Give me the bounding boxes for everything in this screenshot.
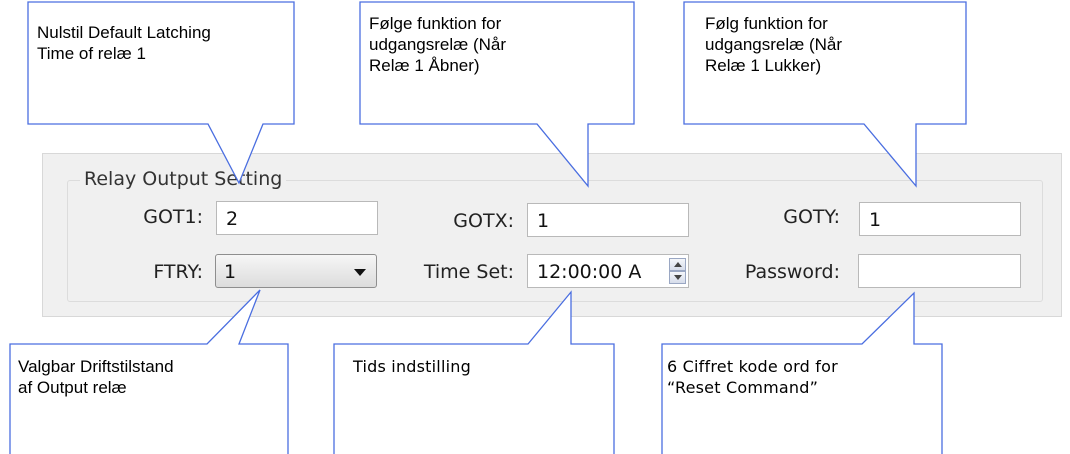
callout-top-left-text: Nulstil Default Latching Time of relæ 1 bbox=[37, 22, 211, 64]
callout-line: Relæ 1 Lukker) bbox=[705, 56, 822, 75]
callout-line: af Output relæ bbox=[18, 378, 127, 397]
callout-line: 6 Ciffret kode ord for bbox=[667, 357, 838, 376]
callout-bottom-left-text: Valgbar Driftstilstand af Output relæ bbox=[18, 356, 174, 398]
callout-bottom-right-text: 6 Ciffret kode ord for “Reset Command” bbox=[667, 356, 838, 398]
callout-line: Relæ 1 Åbner) bbox=[369, 56, 480, 75]
callout-line: “Reset Command” bbox=[667, 378, 819, 397]
callout-line: udgangsrelæ (Når bbox=[369, 35, 507, 54]
callout-top-right-text: Følg funktion for udgangsrelæ (Når Relæ … bbox=[705, 13, 842, 76]
callout-line: Nulstil Default Latching bbox=[37, 23, 211, 42]
callout-line: udgangsrelæ (Når bbox=[705, 35, 843, 54]
callout-top-mid-text: Følge funktion for udgangsrelæ (Når Relæ… bbox=[369, 13, 506, 76]
callout-line: Følge funktion for bbox=[369, 14, 502, 33]
callout-line: Følg funktion for bbox=[705, 14, 828, 33]
callout-bottom-mid-text: Tids indstilling bbox=[353, 356, 471, 377]
callout-line: Tids indstilling bbox=[353, 357, 471, 376]
callout-line: Valgbar Driftstilstand bbox=[18, 357, 174, 376]
callout-line: Time of relæ 1 bbox=[37, 44, 146, 63]
